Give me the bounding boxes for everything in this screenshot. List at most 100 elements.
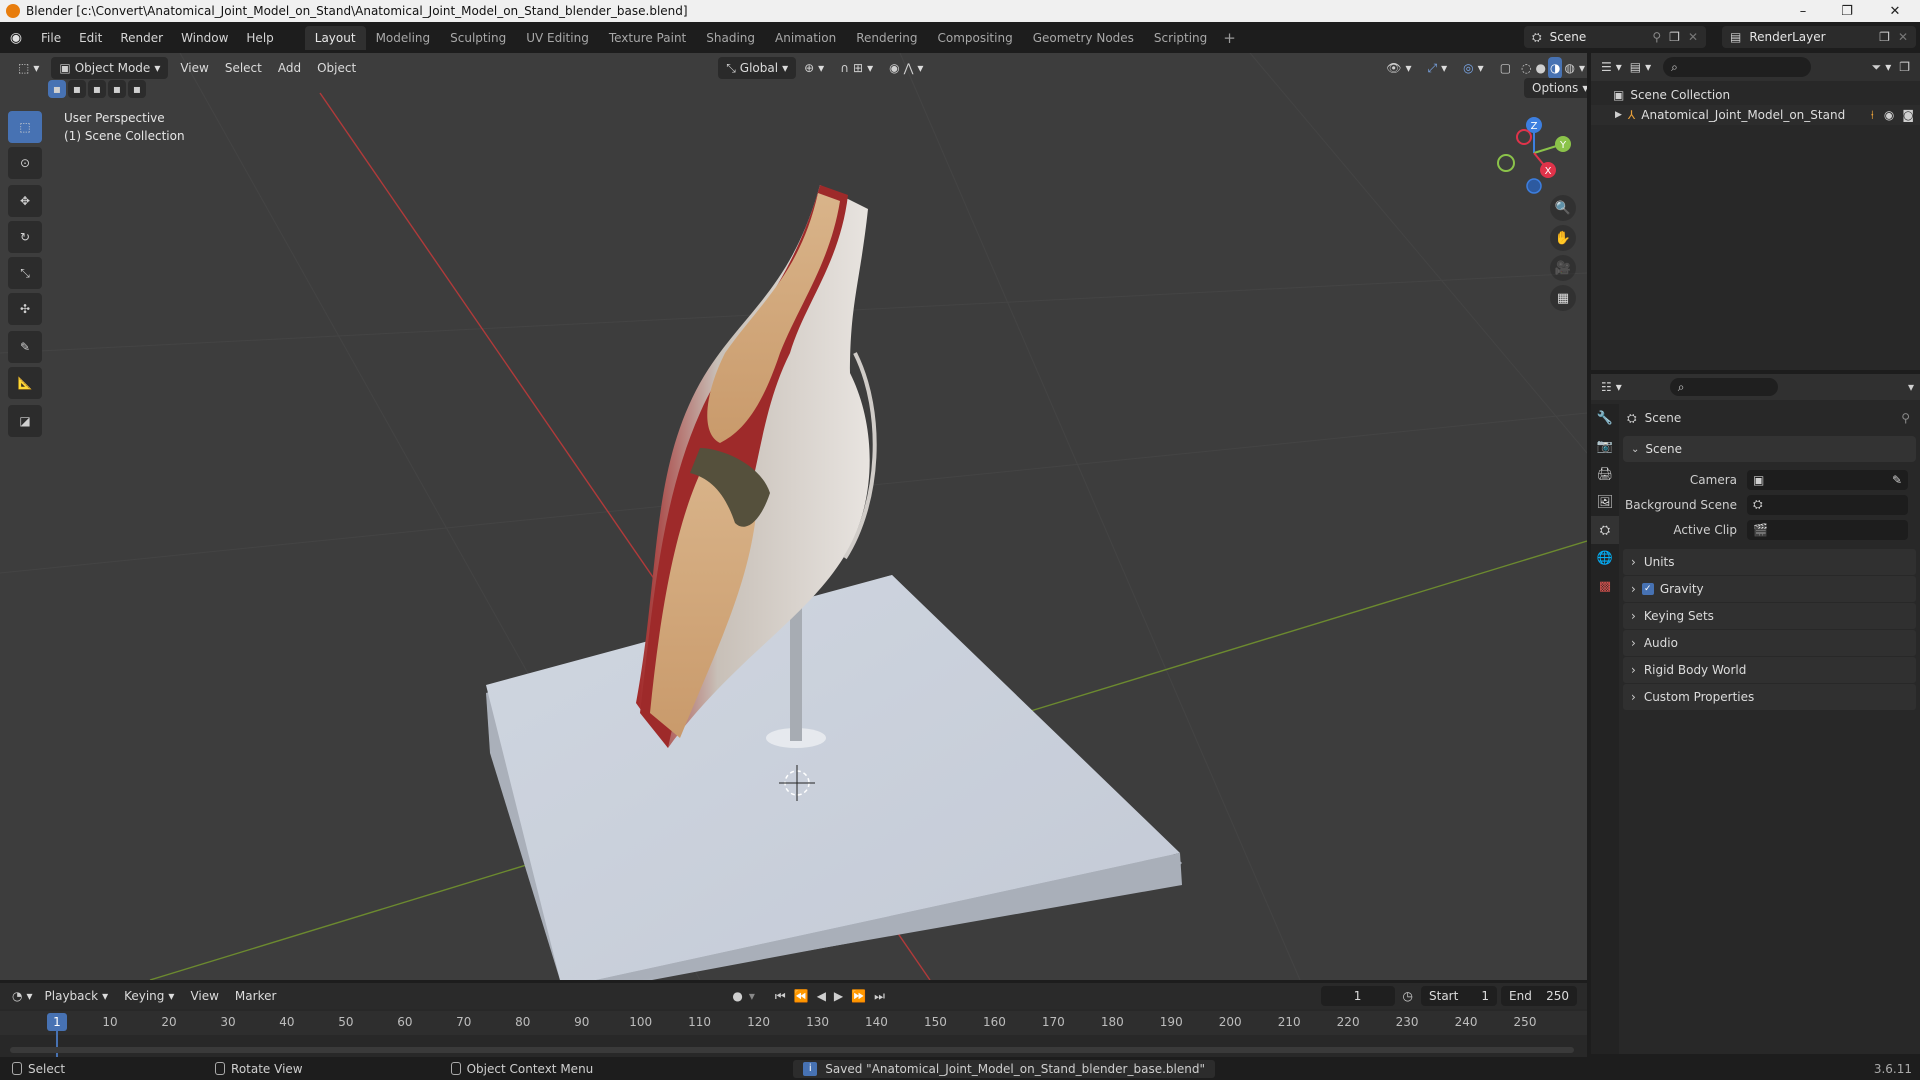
gravity-section[interactable]: › ✓ Gravity <box>1623 576 1916 602</box>
mode-dropdown[interactable]: ▣ Object Mode ▾ <box>51 57 169 79</box>
maximize-button[interactable]: ❐ <box>1826 0 1868 22</box>
tab-texture-paint[interactable]: Texture Paint <box>599 26 696 50</box>
options-button[interactable]: Options ▾ <box>1524 78 1587 98</box>
world-tab-icon[interactable]: 🌐 <box>1591 544 1619 572</box>
timeline-scrollbar[interactable] <box>10 1047 1574 1053</box>
custom-properties-section[interactable]: › Custom Properties <box>1623 684 1916 710</box>
tab-animation[interactable]: Animation <box>765 26 846 50</box>
display-mode-button[interactable]: ▤ ▾ <box>1626 56 1655 78</box>
outliner-scene-collection[interactable]: ▣ Scene Collection <box>1591 85 1920 105</box>
tab-geometry-nodes[interactable]: Geometry Nodes <box>1023 26 1144 50</box>
eyedropper-icon[interactable]: ✎ <box>1892 473 1902 487</box>
add-cube-tool-icon[interactable]: ◪ <box>8 405 42 437</box>
viewport-menu-view[interactable]: View <box>172 57 216 79</box>
tab-modeling[interactable]: Modeling <box>366 26 441 50</box>
editor-type-button[interactable]: ⬚ ▾ <box>10 57 47 79</box>
outliner-editor-type-button[interactable]: ☰ ▾ <box>1597 56 1626 78</box>
status-message[interactable]: i Saved "Anatomical_Joint_Model_on_Stand… <box>793 1059 1215 1078</box>
audio-section[interactable]: › Audio <box>1623 630 1916 656</box>
add-workspace-button[interactable]: + <box>1217 29 1242 47</box>
perspective-toggle-icon[interactable]: ▦ <box>1550 285 1576 311</box>
menu-render[interactable]: Render <box>111 27 172 49</box>
preview-range-icon[interactable]: ◷ <box>1403 989 1413 1003</box>
playback-menu[interactable]: Playback ▾ <box>37 985 117 1007</box>
proportional-edit-button[interactable]: ◉ ⋀ ▾ <box>881 57 931 79</box>
transform-orientation-dropdown[interactable]: ⤡ Global ▾ <box>718 57 797 79</box>
scene-tab-icon[interactable]: ⛭ <box>1591 516 1619 544</box>
view-layer-tab-icon[interactable]: 🖼 <box>1591 488 1619 516</box>
blender-menu-icon[interactable]: ◉ <box>0 30 32 46</box>
shading-solid-button[interactable]: ● <box>1534 57 1548 79</box>
xray-toggle-button[interactable]: ▢ <box>1492 57 1519 79</box>
select-invert-icon[interactable]: ▪ <box>108 80 126 98</box>
render-camera-icon[interactable]: ◙ <box>1902 108 1914 122</box>
scene-panel-header[interactable]: ⌄ Scene <box>1623 436 1916 462</box>
select-subtract-icon[interactable]: ▪ <box>88 80 106 98</box>
keying-menu[interactable]: Keying ▾ <box>116 985 182 1007</box>
frame-ruler[interactable]: 1 10 20 30 40 50 60 70 80 90 100 110 120 130 140 150 160… <box>0 1011 1587 1061</box>
tool-tab-icon[interactable]: 🔧 <box>1591 404 1619 432</box>
new-collection-button[interactable]: ❐ <box>1895 56 1914 78</box>
transform-tool-icon[interactable]: ✣ <box>8 293 42 325</box>
menu-window[interactable]: Window <box>172 27 237 49</box>
measure-tool-icon[interactable]: 📐 <box>8 367 42 399</box>
units-section[interactable]: › Units <box>1623 549 1916 575</box>
select-new-icon[interactable]: ▪ <box>48 80 66 98</box>
auto-keying-dropdown-icon[interactable]: ▾ <box>749 989 755 1003</box>
rigid-body-world-section[interactable]: › Rigid Body World <box>1623 657 1916 683</box>
properties-editor-type-button[interactable]: ☷ ▾ <box>1597 376 1626 398</box>
minimize-button[interactable]: – <box>1782 0 1824 22</box>
properties-options-icon[interactable]: ▾ <box>1908 380 1914 394</box>
current-frame-field[interactable]: 1 <box>1320 986 1395 1006</box>
marker-menu[interactable]: Marker <box>227 985 284 1007</box>
camera-field[interactable]: ▣ ✎ <box>1747 469 1908 490</box>
close-button[interactable]: ✕ <box>1874 0 1916 22</box>
shading-wireframe-button[interactable]: ◌ <box>1519 57 1533 79</box>
keying-sets-section[interactable]: › Keying Sets <box>1623 603 1916 629</box>
outliner-object-row[interactable]: ▶ ⅄ Anatomical_Joint_Model_on_Stand ⍿ ◉ … <box>1591 105 1920 125</box>
menu-help[interactable]: Help <box>237 27 282 49</box>
context-pin-icon[interactable]: ⚲ <box>1901 411 1910 425</box>
new-scene-icon[interactable]: ❐ <box>1669 30 1680 44</box>
jump-end-icon[interactable]: ⏭ <box>874 989 885 1004</box>
annotate-tool-icon[interactable]: ✎ <box>8 331 42 363</box>
scene-selector[interactable]: ⛭ Scene ⚲ ❐ ✕ <box>1524 26 1706 48</box>
menu-edit[interactable]: Edit <box>70 27 111 49</box>
shading-material-button[interactable]: ◑ <box>1548 57 1563 79</box>
delete-view-layer-icon[interactable]: ✕ <box>1898 30 1908 44</box>
pin-icon[interactable]: ⚲ <box>1652 30 1661 44</box>
active-clip-field[interactable]: 🎬 <box>1747 519 1908 540</box>
snap-button[interactable]: ∩ ⊞ ▾ <box>832 57 881 79</box>
zoom-icon[interactable]: 🔍 <box>1550 195 1576 221</box>
view-layer-selector[interactable]: ▤ RenderLayer ❐ ✕ <box>1722 26 1916 48</box>
auto-keying-record-icon[interactable]: ● <box>732 989 742 1003</box>
expand-arrow-icon[interactable]: ▶ <box>1615 110 1622 120</box>
output-tab-icon[interactable]: 🖨 <box>1591 460 1619 488</box>
delete-scene-icon[interactable]: ✕ <box>1688 30 1698 44</box>
new-view-layer-icon[interactable]: ❐ <box>1879 30 1890 44</box>
jump-keyframe-forward-icon[interactable]: ⏩ <box>851 989 866 1003</box>
jump-keyframe-back-icon[interactable]: ⏪ <box>794 989 809 1003</box>
gravity-checkbox[interactable]: ✓ <box>1641 583 1654 595</box>
tab-layout[interactable]: Layout <box>304 25 366 50</box>
outliner-search-input[interactable]: ⌕ <box>1663 57 1812 77</box>
play-reverse-icon[interactable]: ◀ <box>817 989 826 1003</box>
viewport-menu-add[interactable]: Add <box>270 57 309 79</box>
select-box-tool-icon[interactable]: ⬚ <box>8 111 42 143</box>
viewport-menu-object[interactable]: Object <box>309 57 364 79</box>
gizmo-toggle-button[interactable]: ⤢ ▾ <box>1420 57 1456 79</box>
filter-button[interactable]: ⏷ ▾ <box>1868 56 1896 78</box>
tab-scripting[interactable]: Scripting <box>1144 26 1217 50</box>
shading-rendered-button[interactable]: ◍ ▾ <box>1562 57 1587 79</box>
tab-uv-editing[interactable]: UV Editing <box>516 26 599 50</box>
visibility-eye-icon[interactable]: ◉ <box>1884 108 1894 122</box>
cursor-tool-icon[interactable]: ⊙ <box>8 147 42 179</box>
texture-tab-icon[interactable]: ▩ <box>1591 572 1619 600</box>
select-intersect-icon[interactable]: ▪ <box>128 80 146 98</box>
viewport-menu-select[interactable]: Select <box>217 57 270 79</box>
play-icon[interactable]: ▶ <box>834 989 843 1003</box>
render-tab-icon[interactable]: 📷 <box>1591 432 1619 460</box>
visibility-button[interactable]: 👁 ▾ <box>1378 57 1419 79</box>
3d-viewport[interactable]: Z Y X ⬚ ▾ ▣ Object Mode ▾ View Select Add … <box>0 53 1587 980</box>
pivot-point-button[interactable]: ⊕ ▾ <box>796 57 832 79</box>
